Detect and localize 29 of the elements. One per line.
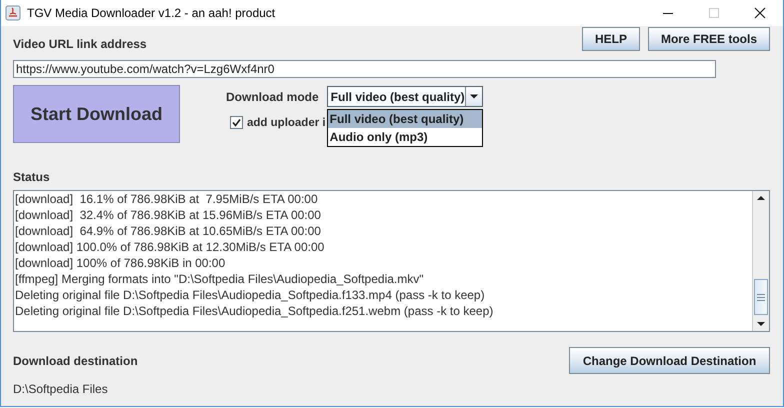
download-mode-dropdown[interactable]: Full video (best quality) <box>326 86 483 107</box>
grip-icon <box>757 294 765 300</box>
section-label: Status <box>13 170 51 184</box>
log-line: [download] 100% of 786.98KiB in 00:00 <box>15 255 226 271</box>
field-label: Video URL link address <box>13 37 147 51</box>
dropdown-option[interactable]: Audio only (mp3) <box>328 128 482 146</box>
toolbar-button[interactable]: More FREE tools <box>648 27 770 51</box>
field-label: Download mode <box>226 90 319 104</box>
log-line: [download] 32.4% of 786.98KiB at 15.96MiB/s ETA 00:00 <box>15 207 322 223</box>
app-icon <box>5 5 21 21</box>
log-line: [ffmpeg] Merging formats into "D:\Softpedia Files\Audiopedia_Softpedia.mkv" <box>15 271 425 287</box>
caret-icon <box>464 87 482 106</box>
log-line: [download] 100.0% of 786.98KiB at 12.30MiB/s ETA 00:00 <box>15 239 326 255</box>
dropdown-option[interactable]: Full video (best quality) <box>328 110 482 128</box>
start-download-button[interactable]: Start Download <box>13 85 180 143</box>
checkbox-label: add uploader i <box>247 116 326 128</box>
scroll-thumb[interactable] <box>754 279 768 315</box>
change-destination-button[interactable]: Change Download Destination <box>569 347 770 374</box>
log-line: [download] 16.1% of 786.98KiB at 7.95MiB/s ETA 00:00 <box>15 191 319 207</box>
log-line: Deleting original file D:\Softpedia Files\Audiopedia_Softpedia.f251.webm (pass -k to keep) <box>15 303 494 319</box>
url-input-field[interactable]: https://www.youtube.com/watch?v=Lzg6Wxf4nr0 <box>13 60 716 78</box>
window-title: TGV Media Downloader v1.2 - an aah! product <box>27 6 276 20</box>
log-line: [download] 64.9% of 786.98KiB at 10.65MiB/s ETA 00:00 <box>15 223 322 239</box>
toolbar-button[interactable]: HELP <box>582 27 640 51</box>
log-line: Deleting original file D:\Softpedia Files\Audiopedia_Softpedia.f133.mp4 (pass -k to keep) <box>15 287 486 303</box>
destination-path: D:\Softpedia Files <box>13 382 109 396</box>
field-label: Download destination <box>13 354 138 368</box>
scrollbar[interactable] <box>752 191 769 331</box>
checkbox[interactable] <box>230 116 243 129</box>
